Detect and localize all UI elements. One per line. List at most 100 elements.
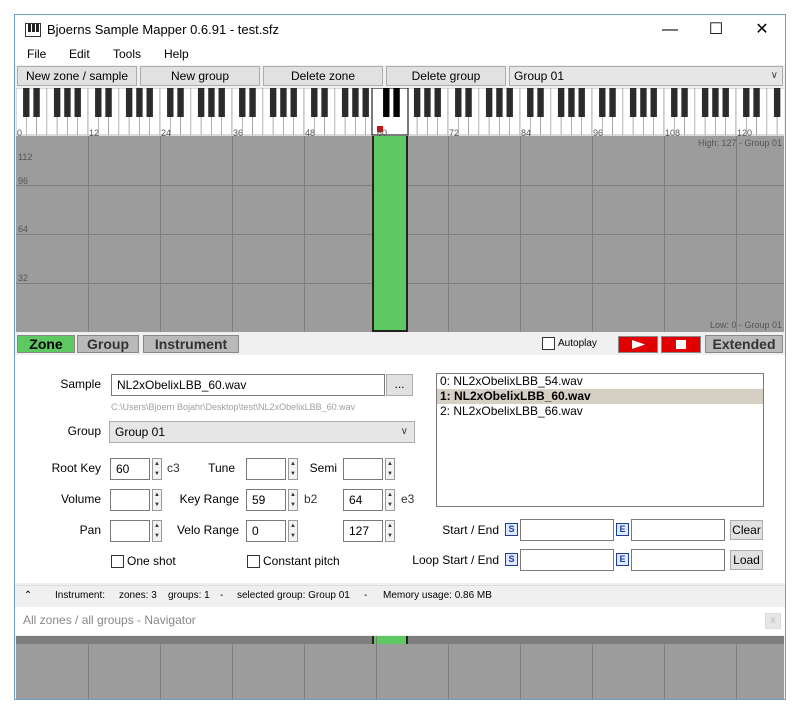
constant-pitch-checkbox[interactable]: Constant pitch	[247, 554, 340, 569]
sample-input[interactable]: NL2xObelixLBB_60.wav	[111, 374, 385, 396]
black-key[interactable]	[455, 88, 462, 117]
tab-zone[interactable]: Zone	[17, 335, 75, 353]
velo-range-high-stepper[interactable]: ▲ ▼	[385, 520, 395, 542]
black-key[interactable]	[290, 88, 297, 117]
black-key[interactable]	[352, 88, 359, 117]
extended-button[interactable]: Extended	[705, 335, 783, 353]
black-key[interactable]	[105, 88, 112, 117]
black-key[interactable]	[74, 88, 81, 117]
menu-help[interactable]: Help	[164, 47, 189, 61]
key-range-low-input[interactable]: 59	[246, 489, 286, 511]
start-input[interactable]	[520, 519, 614, 541]
black-key[interactable]	[527, 88, 534, 117]
loop-end-set-button[interactable]: E	[616, 553, 629, 566]
maximize-button[interactable]: ☐	[693, 15, 739, 45]
black-key[interactable]	[496, 88, 503, 117]
black-key[interactable]	[383, 88, 390, 117]
velo-range-high-input[interactable]: 127	[343, 520, 383, 542]
black-key[interactable]	[537, 88, 544, 117]
black-key[interactable]	[311, 88, 318, 117]
black-key[interactable]	[681, 88, 688, 117]
black-key[interactable]	[773, 88, 781, 117]
start-set-button[interactable]: S	[505, 523, 518, 536]
black-key[interactable]	[95, 88, 102, 117]
black-key[interactable]	[485, 88, 493, 117]
black-key[interactable]	[506, 88, 513, 117]
black-key[interactable]	[23, 88, 30, 117]
black-key[interactable]	[167, 88, 174, 117]
black-key[interactable]	[197, 88, 205, 117]
velo-range-low-input[interactable]: 0	[246, 520, 286, 542]
black-key[interactable]	[64, 88, 71, 117]
black-key[interactable]	[640, 88, 647, 117]
menu-edit[interactable]: Edit	[69, 47, 90, 61]
sample-list-item-selected[interactable]: 1: NL2xObelixLBB_60.wav	[437, 389, 763, 404]
collapse-arrow-icon[interactable]: ⌃	[21, 589, 35, 603]
browse-button[interactable]: ...	[386, 374, 413, 396]
zone-rect-selected[interactable]	[372, 136, 408, 332]
black-key[interactable]	[434, 88, 441, 117]
group-select[interactable]: Group 01 ∨	[509, 66, 783, 86]
black-key[interactable]	[136, 88, 143, 117]
black-key[interactable]	[208, 88, 215, 117]
black-key[interactable]	[753, 88, 760, 117]
sample-list-item[interactable]: 2: NL2xObelixLBB_66.wav	[437, 404, 763, 419]
loop-start-input[interactable]	[520, 549, 614, 571]
tab-group[interactable]: Group	[77, 335, 139, 353]
black-key[interactable]	[609, 88, 616, 117]
new-group-button[interactable]: New group	[140, 66, 260, 86]
constant-pitch-checkbox-box[interactable]	[247, 555, 260, 569]
semi-input[interactable]	[343, 458, 383, 480]
black-key[interactable]	[650, 88, 657, 117]
autoplay-checkbox-box[interactable]	[542, 337, 555, 350]
one-shot-checkbox[interactable]: One shot	[111, 554, 176, 569]
black-key[interactable]	[743, 88, 750, 117]
velo-range-low-stepper[interactable]: ▲ ▼	[288, 520, 298, 542]
black-key[interactable]	[712, 88, 719, 117]
play-button[interactable]	[618, 336, 658, 353]
black-key[interactable]	[599, 88, 606, 117]
pan-stepper[interactable]: ▲ ▼	[152, 520, 162, 542]
black-key[interactable]	[239, 88, 246, 117]
navigator-close-button[interactable]: x	[765, 613, 781, 629]
black-key[interactable]	[280, 88, 287, 117]
black-key[interactable]	[249, 88, 256, 117]
sample-list[interactable]: 0: NL2xObelixLBB_54.wav 1: NL2xObelixLBB…	[436, 373, 764, 507]
black-key[interactable]	[341, 88, 349, 117]
piano-keyboard[interactable]: 0 12 24 36 48 60 72 84 96 108 120	[16, 88, 784, 136]
pan-input[interactable]	[110, 520, 150, 542]
key-range-high-stepper[interactable]: ▲ ▼	[385, 489, 395, 511]
clear-button[interactable]: Clear	[730, 520, 763, 540]
black-key[interactable]	[269, 88, 277, 117]
loop-end-input[interactable]	[631, 549, 725, 571]
black-key[interactable]	[701, 88, 709, 117]
stop-button[interactable]	[661, 336, 701, 353]
key-range-high-input[interactable]: 64	[343, 489, 383, 511]
root-key-input[interactable]: 60	[110, 458, 150, 480]
semi-stepper[interactable]: ▲ ▼	[385, 458, 395, 480]
loop-start-set-button[interactable]: S	[505, 553, 518, 566]
black-key[interactable]	[393, 88, 400, 117]
load-button[interactable]: Load	[730, 550, 763, 570]
tune-input[interactable]	[246, 458, 286, 480]
black-key[interactable]	[671, 88, 678, 117]
end-input[interactable]	[631, 519, 725, 541]
black-key[interactable]	[33, 88, 40, 117]
menu-file[interactable]: File	[27, 47, 46, 61]
zone-group-select[interactable]: Group 01 ∨	[109, 421, 415, 443]
delete-zone-button[interactable]: Delete zone	[263, 66, 383, 86]
black-key[interactable]	[146, 88, 153, 117]
black-key[interactable]	[424, 88, 431, 117]
black-key[interactable]	[722, 88, 729, 117]
black-key[interactable]	[177, 88, 184, 117]
autoplay-checkbox[interactable]: Autoplay	[542, 337, 597, 350]
black-key[interactable]	[218, 88, 225, 117]
tab-instrument[interactable]: Instrument	[143, 335, 239, 353]
root-key-stepper[interactable]: ▲ ▼	[152, 458, 162, 480]
end-set-button[interactable]: E	[616, 523, 629, 536]
black-key[interactable]	[125, 88, 133, 117]
black-key[interactable]	[568, 88, 575, 117]
black-key[interactable]	[465, 88, 472, 117]
sample-list-item[interactable]: 0: NL2xObelixLBB_54.wav	[437, 374, 763, 389]
menu-tools[interactable]: Tools	[113, 47, 141, 61]
